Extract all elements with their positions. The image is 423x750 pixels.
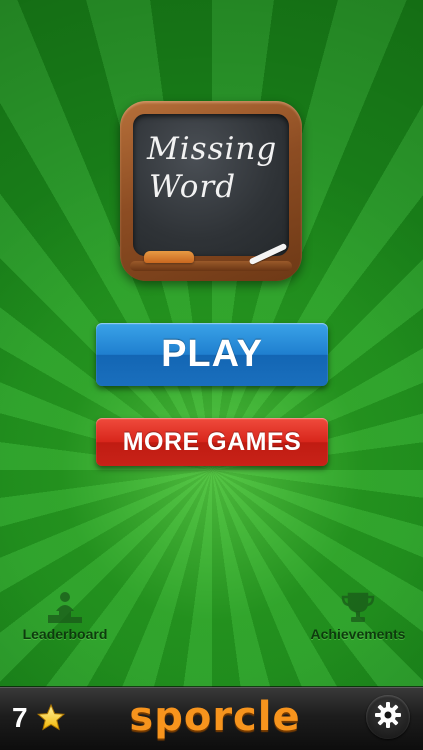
play-button[interactable]: PLAY	[96, 323, 328, 386]
settings-button[interactable]	[366, 695, 410, 739]
leaderboard-icon	[45, 590, 85, 624]
footer-divider	[0, 687, 423, 688]
chalkboard: Missing Word	[133, 114, 289, 256]
gear-icon	[374, 701, 402, 734]
footer-bar: 7 sporcle	[0, 687, 423, 750]
leaderboard-button[interactable]: Leaderboard	[16, 590, 114, 642]
achievements-label: Achievements	[310, 626, 406, 642]
game-logo: Missing Word	[120, 101, 302, 281]
achievements-button[interactable]: Achievements	[302, 590, 414, 642]
logo-title-line1: Missing	[147, 131, 278, 167]
stars-count: 7	[12, 702, 28, 733]
trophy-icon	[338, 590, 378, 624]
leaderboard-label: Leaderboard	[22, 626, 108, 642]
main-menu-screen: Missing Word PLAY MORE GAMES Leaderboard	[0, 0, 423, 750]
star-icon	[36, 703, 66, 733]
eraser-icon	[144, 251, 194, 263]
more-games-button[interactable]: MORE GAMES	[96, 418, 328, 466]
sporcle-logo[interactable]: sporcle	[110, 691, 320, 743]
logo-title-line2: Word	[149, 169, 237, 205]
